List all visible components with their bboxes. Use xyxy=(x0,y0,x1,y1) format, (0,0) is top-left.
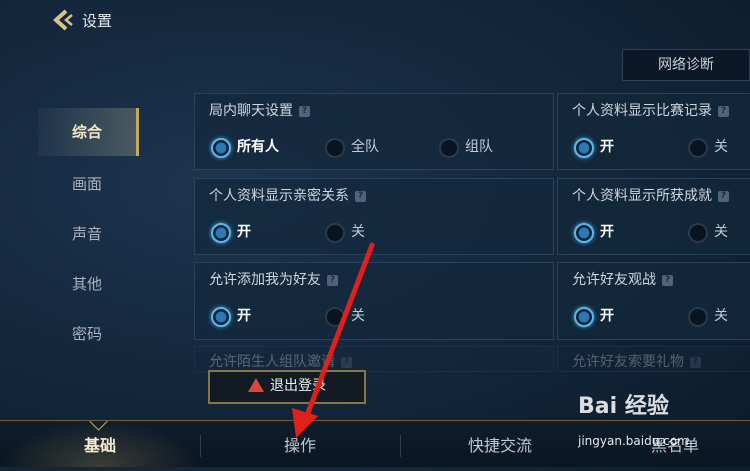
watermark: Bai 经验 jingyan.baidu.com xyxy=(578,388,748,458)
radio-unselected-icon[interactable] xyxy=(688,307,708,327)
intimate-off-label: 关 xyxy=(351,224,365,240)
top-bar: 设置 xyxy=(0,0,750,40)
tab-quick-chat[interactable]: 快捷交流 xyxy=(400,421,600,467)
gift-request-title: 允许好友索要礼物? xyxy=(572,351,701,371)
radio-unselected-icon[interactable] xyxy=(325,138,345,158)
radio-unselected-icon[interactable] xyxy=(439,138,459,158)
spectate-title: 允许好友观战? xyxy=(572,269,673,289)
help-icon: ? xyxy=(341,356,352,368)
spectate-on-label: 开 xyxy=(600,308,614,324)
logout-label: 退出登录 xyxy=(270,378,326,394)
match-record-panel: 个人资料显示比赛记录? 开 关 xyxy=(557,93,750,170)
intimate-title: 个人资料显示亲密关系? xyxy=(209,185,366,205)
sidebar-item-password[interactable]: 密码 xyxy=(38,310,136,358)
achievements-panel: 个人资料显示所获成就? 开 关 xyxy=(557,178,750,255)
tab-basic[interactable]: 基础 xyxy=(0,412,200,467)
chat-setting-title: 局内聊天设置? xyxy=(209,100,310,120)
stranger-team-panel: 允许陌生人组队邀请? xyxy=(194,346,554,372)
chevron-left-icon[interactable] xyxy=(50,8,76,32)
match-record-title: 个人资料显示比赛记录? xyxy=(572,100,729,120)
radio-unselected-icon[interactable] xyxy=(325,223,345,243)
caret-icon xyxy=(89,412,108,431)
radio-unselected-icon[interactable] xyxy=(688,138,708,158)
achievements-title-text: 个人资料显示所获成就 xyxy=(572,188,712,204)
chat-option-team-label: 全队 xyxy=(351,139,379,155)
radio-selected-icon[interactable] xyxy=(211,223,231,243)
decorative-stripe xyxy=(2,200,10,280)
match-record-title-text: 个人资料显示比赛记录 xyxy=(572,103,712,119)
chat-option-party-label: 组队 xyxy=(465,139,493,155)
tab-quick-chat-label: 快捷交流 xyxy=(467,436,532,455)
spectate-title-text: 允许好友观战 xyxy=(572,272,656,288)
help-icon[interactable]: ? xyxy=(355,190,366,202)
spectate-off-label: 关 xyxy=(714,308,728,324)
stranger-team-title-text: 允许陌生人组队邀请 xyxy=(209,354,335,370)
radio-selected-icon[interactable] xyxy=(574,307,594,327)
intimate-panel: 个人资料显示亲密关系? 开 关 xyxy=(194,178,554,255)
achievements-on-label: 开 xyxy=(600,224,614,240)
help-icon: ? xyxy=(690,356,701,368)
help-icon[interactable]: ? xyxy=(299,105,310,117)
help-icon[interactable]: ? xyxy=(662,274,673,286)
radio-selected-icon[interactable] xyxy=(574,138,594,158)
warning-icon xyxy=(248,378,264,392)
stranger-team-title: 允许陌生人组队邀请? xyxy=(209,351,352,371)
watermark-url: jingyan.baidu.com xyxy=(578,434,689,448)
help-icon[interactable]: ? xyxy=(718,190,729,202)
sidebar-item-sound[interactable]: 声音 xyxy=(38,210,136,258)
add-friend-title: 允许添加我为好友? xyxy=(209,269,338,289)
sidebar-item-other[interactable]: 其他 xyxy=(38,260,136,308)
help-icon[interactable]: ? xyxy=(327,274,338,286)
radio-selected-icon[interactable] xyxy=(574,223,594,243)
help-icon[interactable]: ? xyxy=(718,105,729,117)
tab-controls[interactable]: 操作 xyxy=(200,421,400,467)
logout-button[interactable]: 退出登录 xyxy=(208,370,366,404)
achievements-title: 个人资料显示所获成就? xyxy=(572,185,729,205)
add-friend-panel: 允许添加我为好友? 开 关 xyxy=(194,262,554,340)
sidebar-item-general[interactable]: 综合 xyxy=(38,108,139,156)
chat-setting-title-text: 局内聊天设置 xyxy=(209,103,293,119)
watermark-logo: Bai 经验 xyxy=(578,394,669,419)
radio-selected-icon[interactable] xyxy=(211,138,231,158)
spectate-panel: 允许好友观战? 开 关 xyxy=(557,262,750,340)
gift-request-title-text: 允许好友索要礼物 xyxy=(572,354,684,370)
add-friend-on-label: 开 xyxy=(237,308,251,324)
radio-unselected-icon[interactable] xyxy=(688,223,708,243)
tab-basic-label: 基础 xyxy=(83,436,116,455)
match-record-on-label: 开 xyxy=(600,139,614,155)
add-friend-off-label: 关 xyxy=(351,308,365,324)
sidebar-item-graphics[interactable]: 画面 xyxy=(38,160,136,208)
network-diagnosis-button[interactable]: 网络诊断 xyxy=(622,49,750,81)
gift-request-panel: 允许好友索要礼物? xyxy=(557,346,750,372)
achievements-off-label: 关 xyxy=(714,224,728,240)
intimate-on-label: 开 xyxy=(237,224,251,240)
add-friend-title-text: 允许添加我为好友 xyxy=(209,272,321,288)
intimate-title-text: 个人资料显示亲密关系 xyxy=(209,188,349,204)
radio-unselected-icon[interactable] xyxy=(325,307,345,327)
chat-option-everyone-label: 所有人 xyxy=(237,139,279,155)
radio-selected-icon[interactable] xyxy=(211,307,231,327)
match-record-off-label: 关 xyxy=(714,139,728,155)
tab-controls-label: 操作 xyxy=(283,436,316,455)
page-title: 设置 xyxy=(82,12,113,30)
chat-setting-panel: 局内聊天设置? 所有人 全队 组队 xyxy=(194,93,554,170)
